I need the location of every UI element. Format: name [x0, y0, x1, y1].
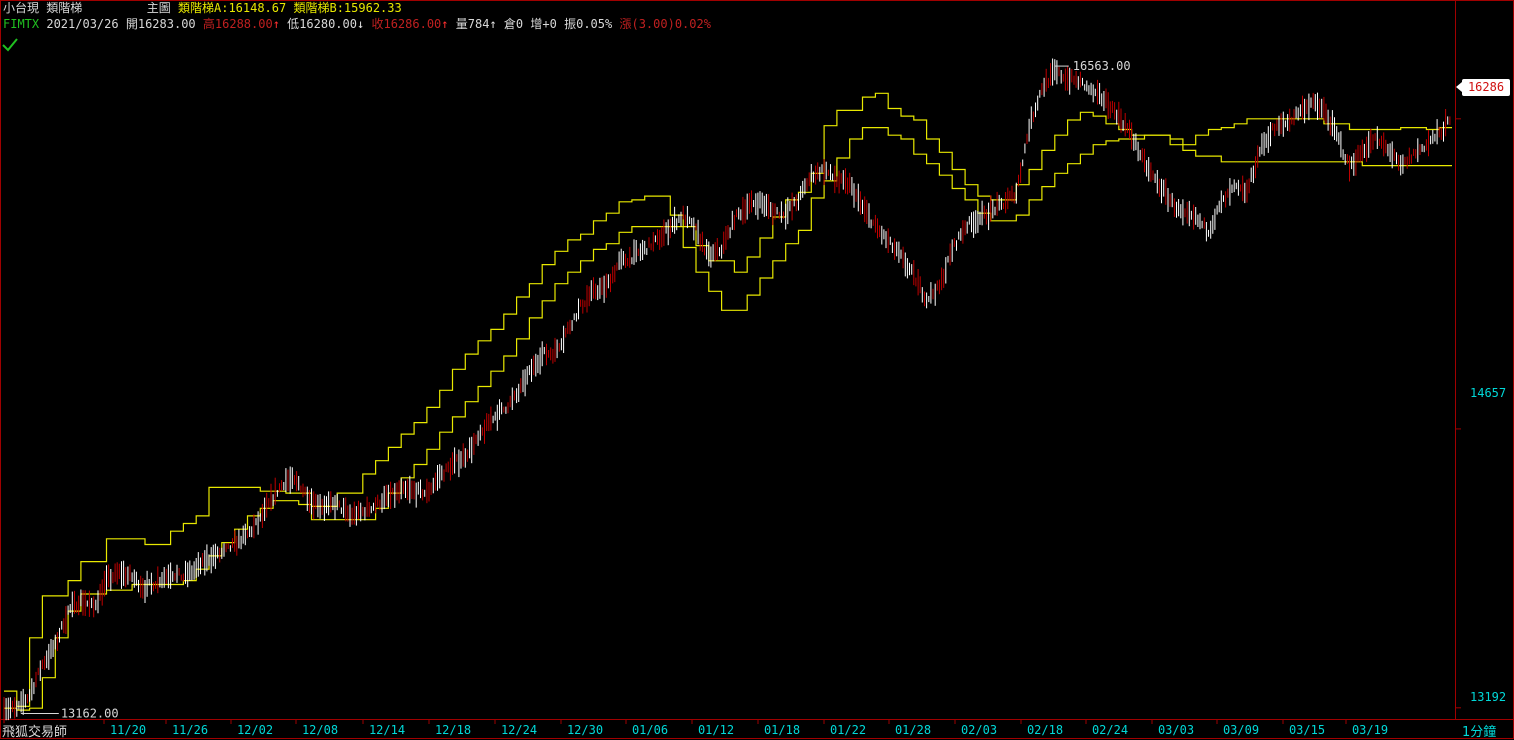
high-label: 高: [202, 17, 215, 31]
indicator-a-value: 16148.67: [228, 1, 287, 15]
ladder-b-line: [4, 127, 1452, 711]
app-brand: 飛狐交易師: [2, 725, 68, 740]
x-tick-label: 12/24: [501, 723, 537, 737]
x-tick-label: 11/26: [172, 723, 208, 737]
x-tick-label: 12/08: [302, 723, 338, 737]
indicator-name[interactable]: 類階梯: [46, 1, 82, 15]
last-price-tag: 16286: [1456, 79, 1510, 96]
max-price-label: 16563.00: [1073, 59, 1131, 73]
increase-value: +0: [542, 17, 557, 31]
open-label: 開: [125, 17, 138, 31]
indicator-a-label: 類階梯A:: [177, 1, 229, 15]
x-tick-label: 12/02: [237, 723, 273, 737]
check-icon: [2, 38, 18, 52]
up-arrow-icon: ↑: [272, 17, 280, 31]
x-tick-label: 01/06: [632, 723, 668, 737]
quote-bar: FIMTX 2021/03/26 開16283.00 高16288.00↑ 低1…: [3, 17, 711, 31]
low-value: 16280.00: [299, 17, 357, 31]
down-arrow-icon: ↓: [356, 17, 365, 31]
volume-value: 784: [467, 17, 490, 31]
quote-date: 2021/03/26: [46, 17, 119, 31]
x-tick-label: 12/14: [369, 723, 405, 737]
change-value: (3.00)0.02%: [631, 17, 711, 31]
min-price-label: 13162.00: [61, 707, 119, 721]
x-tick-label: 01/22: [830, 723, 866, 737]
up-arrow-icon: ↑: [489, 17, 497, 31]
indicator-b-value: 15962.33: [343, 1, 402, 15]
period-selector[interactable]: 1分鐘: [1462, 721, 1496, 740]
y-tick-label: 13192: [1470, 690, 1507, 704]
x-tick-label: 02/03: [961, 723, 997, 737]
main-chart-label: 主圖: [146, 1, 171, 15]
chart-header: 小台現 類階梯 主圖 類階梯A:16148.67 類階梯B:15962.33: [3, 1, 402, 15]
symbol-name: 小台現: [3, 1, 40, 15]
y-tick-label: 14657: [1470, 386, 1507, 400]
x-tick-label: 12/30: [567, 723, 603, 737]
open-interest-label: 倉: [503, 17, 516, 31]
x-tick-label: 03/19: [1352, 723, 1388, 737]
price-chart[interactable]: 16563.00 13162.00 11/20 11/26 12/02 12/08 12/1…: [0, 0, 1514, 739]
up-arrow-icon: ↑: [441, 17, 449, 31]
volume-label: 量: [455, 17, 468, 31]
x-tick-label: 01/12: [698, 723, 734, 737]
indicator-b-label: 類階梯B:: [293, 1, 344, 15]
high-value: 16288.00: [214, 17, 273, 31]
x-tick-label: 03/15: [1289, 723, 1325, 737]
x-tick-label: 03/03: [1158, 723, 1194, 737]
x-tick-label: 02/18: [1027, 723, 1063, 737]
ladder-a-line: [4, 92, 1452, 707]
x-tick-label: 11/20: [110, 723, 146, 737]
close-label: 收: [371, 17, 384, 31]
amplitude-value: 0.05%: [576, 17, 613, 31]
change-label: 漲: [619, 17, 632, 31]
low-label: 低: [287, 17, 300, 31]
x-tick-label: 01/18: [764, 723, 800, 737]
close-value: 16286.00: [383, 17, 442, 31]
open-interest-value: 0: [515, 17, 524, 31]
amplitude-label: 振: [564, 17, 577, 31]
x-tick-label: 02/24: [1092, 723, 1128, 737]
x-tick-label: 01/28: [895, 723, 931, 737]
increase-label: 增: [530, 17, 543, 31]
open-value: 16283.00: [137, 17, 196, 31]
x-tick-label: 12/18: [435, 723, 471, 737]
x-tick-label: 03/09: [1223, 723, 1259, 737]
contract-code: FIMTX: [3, 17, 40, 31]
